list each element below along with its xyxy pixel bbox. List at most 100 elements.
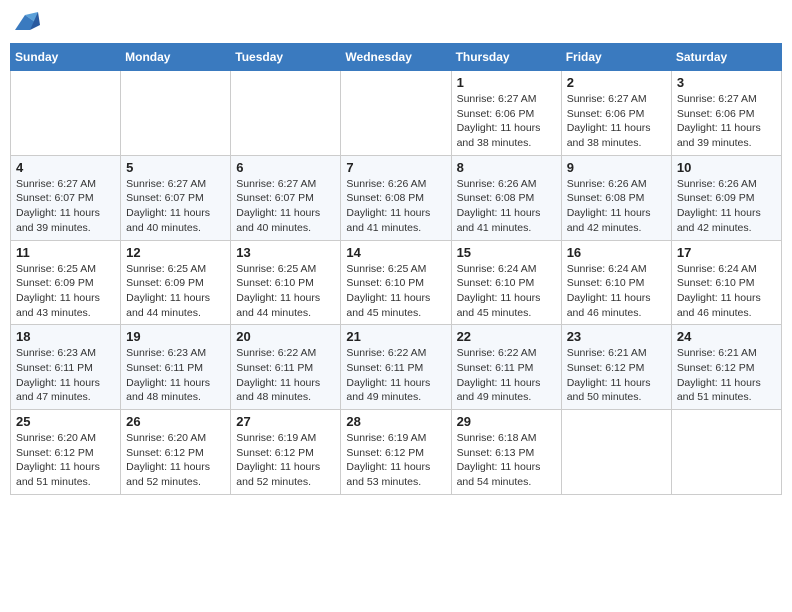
day-number: 26 <box>126 414 225 429</box>
calendar-cell: 9 Sunrise: 6:26 AM Sunset: 6:08 PM Daylig… <box>561 155 671 240</box>
calendar-cell: 3 Sunrise: 6:27 AM Sunset: 6:06 PM Daylig… <box>671 71 781 156</box>
calendar-cell <box>341 71 451 156</box>
calendar-cell: 22 Sunrise: 6:22 AM Sunset: 6:11 PM Dayli… <box>451 325 561 410</box>
calendar-cell: 19 Sunrise: 6:23 AM Sunset: 6:11 PM Dayli… <box>121 325 231 410</box>
day-number: 22 <box>457 329 556 344</box>
day-number: 6 <box>236 160 335 175</box>
calendar-cell: 5 Sunrise: 6:27 AM Sunset: 6:07 PM Daylig… <box>121 155 231 240</box>
calendar-cell <box>11 71 121 156</box>
day-info: Sunrise: 6:20 AM Sunset: 6:12 PM Dayligh… <box>126 431 225 490</box>
day-number: 10 <box>677 160 776 175</box>
day-info: Sunrise: 6:24 AM Sunset: 6:10 PM Dayligh… <box>567 262 666 321</box>
day-info: Sunrise: 6:18 AM Sunset: 6:13 PM Dayligh… <box>457 431 556 490</box>
day-number: 29 <box>457 414 556 429</box>
calendar-cell: 25Sunrise: 6:20 AM Sunset: 6:12 PM Dayli… <box>11 410 121 495</box>
calendar-week-row: 18 Sunrise: 6:23 AM Sunset: 6:11 PM Dayli… <box>11 325 782 410</box>
calendar-body: 1 Sunrise: 6:27 AM Sunset: 6:06 PM Daylig… <box>11 71 782 495</box>
calendar-cell: 15 Sunrise: 6:24 AM Sunset: 6:10 PM Dayli… <box>451 240 561 325</box>
calendar-table: SundayMondayTuesdayWednesdayThursdayFrid… <box>10 43 782 495</box>
calendar-week-row: 4 Sunrise: 6:27 AM Sunset: 6:07 PM Daylig… <box>11 155 782 240</box>
day-number: 20 <box>236 329 335 344</box>
calendar-cell: 28Sunrise: 6:19 AM Sunset: 6:12 PM Dayli… <box>341 410 451 495</box>
logo <box>10 10 44 35</box>
day-info: Sunrise: 6:27 AM Sunset: 6:07 PM Dayligh… <box>236 177 335 236</box>
calendar-week-row: 25Sunrise: 6:20 AM Sunset: 6:12 PM Dayli… <box>11 410 782 495</box>
day-number: 16 <box>567 245 666 260</box>
calendar-week-row: 1 Sunrise: 6:27 AM Sunset: 6:06 PM Daylig… <box>11 71 782 156</box>
day-info: Sunrise: 6:25 AM Sunset: 6:10 PM Dayligh… <box>236 262 335 321</box>
logo-bird-icon <box>10 10 40 35</box>
calendar-cell: 16 Sunrise: 6:24 AM Sunset: 6:10 PM Dayli… <box>561 240 671 325</box>
day-number: 13 <box>236 245 335 260</box>
calendar-cell: 24 Sunrise: 6:21 AM Sunset: 6:12 PM Dayli… <box>671 325 781 410</box>
calendar-cell: 4Sunrise: 6:27 AM Sunset: 6:07 PM Daylig… <box>11 155 121 240</box>
day-info: Sunrise: 6:26 AM Sunset: 6:08 PM Dayligh… <box>346 177 445 236</box>
day-number: 7 <box>346 160 445 175</box>
calendar-cell: 17Sunrise: 6:24 AM Sunset: 6:10 PM Dayli… <box>671 240 781 325</box>
calendar-cell <box>231 71 341 156</box>
calendar-header-row: SundayMondayTuesdayWednesdayThursdayFrid… <box>11 44 782 71</box>
page-header <box>10 10 782 35</box>
calendar-weekday-friday: Friday <box>561 44 671 71</box>
calendar-cell: 14 Sunrise: 6:25 AM Sunset: 6:10 PM Dayli… <box>341 240 451 325</box>
calendar-cell <box>121 71 231 156</box>
calendar-cell: 23Sunrise: 6:21 AM Sunset: 6:12 PM Dayli… <box>561 325 671 410</box>
day-info: Sunrise: 6:25 AM Sunset: 6:10 PM Dayligh… <box>346 262 445 321</box>
calendar-weekday-saturday: Saturday <box>671 44 781 71</box>
day-number: 23 <box>567 329 666 344</box>
day-info: Sunrise: 6:23 AM Sunset: 6:11 PM Dayligh… <box>126 346 225 405</box>
day-info: Sunrise: 6:19 AM Sunset: 6:12 PM Dayligh… <box>346 431 445 490</box>
day-number: 21 <box>346 329 445 344</box>
day-number: 27 <box>236 414 335 429</box>
calendar-cell: 29 Sunrise: 6:18 AM Sunset: 6:13 PM Dayli… <box>451 410 561 495</box>
day-number: 19 <box>126 329 225 344</box>
day-number: 17 <box>677 245 776 260</box>
day-number: 2 <box>567 75 666 90</box>
calendar-weekday-wednesday: Wednesday <box>341 44 451 71</box>
day-info: Sunrise: 6:22 AM Sunset: 6:11 PM Dayligh… <box>457 346 556 405</box>
calendar-cell: 7 Sunrise: 6:26 AM Sunset: 6:08 PM Daylig… <box>341 155 451 240</box>
calendar-cell: 2 Sunrise: 6:27 AM Sunset: 6:06 PM Daylig… <box>561 71 671 156</box>
calendar-cell <box>671 410 781 495</box>
day-info: Sunrise: 6:19 AM Sunset: 6:12 PM Dayligh… <box>236 431 335 490</box>
calendar-cell: 20 Sunrise: 6:22 AM Sunset: 6:11 PM Dayli… <box>231 325 341 410</box>
day-number: 8 <box>457 160 556 175</box>
day-info: Sunrise: 6:27 AM Sunset: 6:06 PM Dayligh… <box>457 92 556 151</box>
calendar-weekday-thursday: Thursday <box>451 44 561 71</box>
day-info: Sunrise: 6:26 AM Sunset: 6:09 PM Dayligh… <box>677 177 776 236</box>
calendar-weekday-tuesday: Tuesday <box>231 44 341 71</box>
day-number: 1 <box>457 75 556 90</box>
day-info: Sunrise: 6:20 AM Sunset: 6:12 PM Dayligh… <box>16 431 115 490</box>
day-number: 12 <box>126 245 225 260</box>
day-info: Sunrise: 6:24 AM Sunset: 6:10 PM Dayligh… <box>457 262 556 321</box>
day-info: Sunrise: 6:26 AM Sunset: 6:08 PM Dayligh… <box>567 177 666 236</box>
calendar-week-row: 11 Sunrise: 6:25 AM Sunset: 6:09 PM Dayli… <box>11 240 782 325</box>
day-number: 15 <box>457 245 556 260</box>
calendar-cell: 27 Sunrise: 6:19 AM Sunset: 6:12 PM Dayli… <box>231 410 341 495</box>
day-info: Sunrise: 6:27 AM Sunset: 6:07 PM Dayligh… <box>126 177 225 236</box>
day-number: 14 <box>346 245 445 260</box>
day-info: Sunrise: 6:26 AM Sunset: 6:08 PM Dayligh… <box>457 177 556 236</box>
calendar-cell: 21Sunrise: 6:22 AM Sunset: 6:11 PM Dayli… <box>341 325 451 410</box>
calendar-cell: 12Sunrise: 6:25 AM Sunset: 6:09 PM Dayli… <box>121 240 231 325</box>
calendar-cell: 10 Sunrise: 6:26 AM Sunset: 6:09 PM Dayli… <box>671 155 781 240</box>
calendar-cell: 11 Sunrise: 6:25 AM Sunset: 6:09 PM Dayli… <box>11 240 121 325</box>
day-info: Sunrise: 6:22 AM Sunset: 6:11 PM Dayligh… <box>236 346 335 405</box>
calendar-cell: 8 Sunrise: 6:26 AM Sunset: 6:08 PM Daylig… <box>451 155 561 240</box>
day-info: Sunrise: 6:27 AM Sunset: 6:06 PM Dayligh… <box>567 92 666 151</box>
day-number: 24 <box>677 329 776 344</box>
calendar-cell <box>561 410 671 495</box>
day-number: 4 <box>16 160 115 175</box>
day-info: Sunrise: 6:23 AM Sunset: 6:11 PM Dayligh… <box>16 346 115 405</box>
day-info: Sunrise: 6:27 AM Sunset: 6:06 PM Dayligh… <box>677 92 776 151</box>
calendar-cell: 26 Sunrise: 6:20 AM Sunset: 6:12 PM Dayli… <box>121 410 231 495</box>
day-number: 11 <box>16 245 115 260</box>
day-info: Sunrise: 6:25 AM Sunset: 6:09 PM Dayligh… <box>16 262 115 321</box>
calendar-weekday-sunday: Sunday <box>11 44 121 71</box>
day-info: Sunrise: 6:21 AM Sunset: 6:12 PM Dayligh… <box>677 346 776 405</box>
day-number: 9 <box>567 160 666 175</box>
day-number: 5 <box>126 160 225 175</box>
day-number: 3 <box>677 75 776 90</box>
calendar-cell: 6 Sunrise: 6:27 AM Sunset: 6:07 PM Daylig… <box>231 155 341 240</box>
day-number: 18 <box>16 329 115 344</box>
